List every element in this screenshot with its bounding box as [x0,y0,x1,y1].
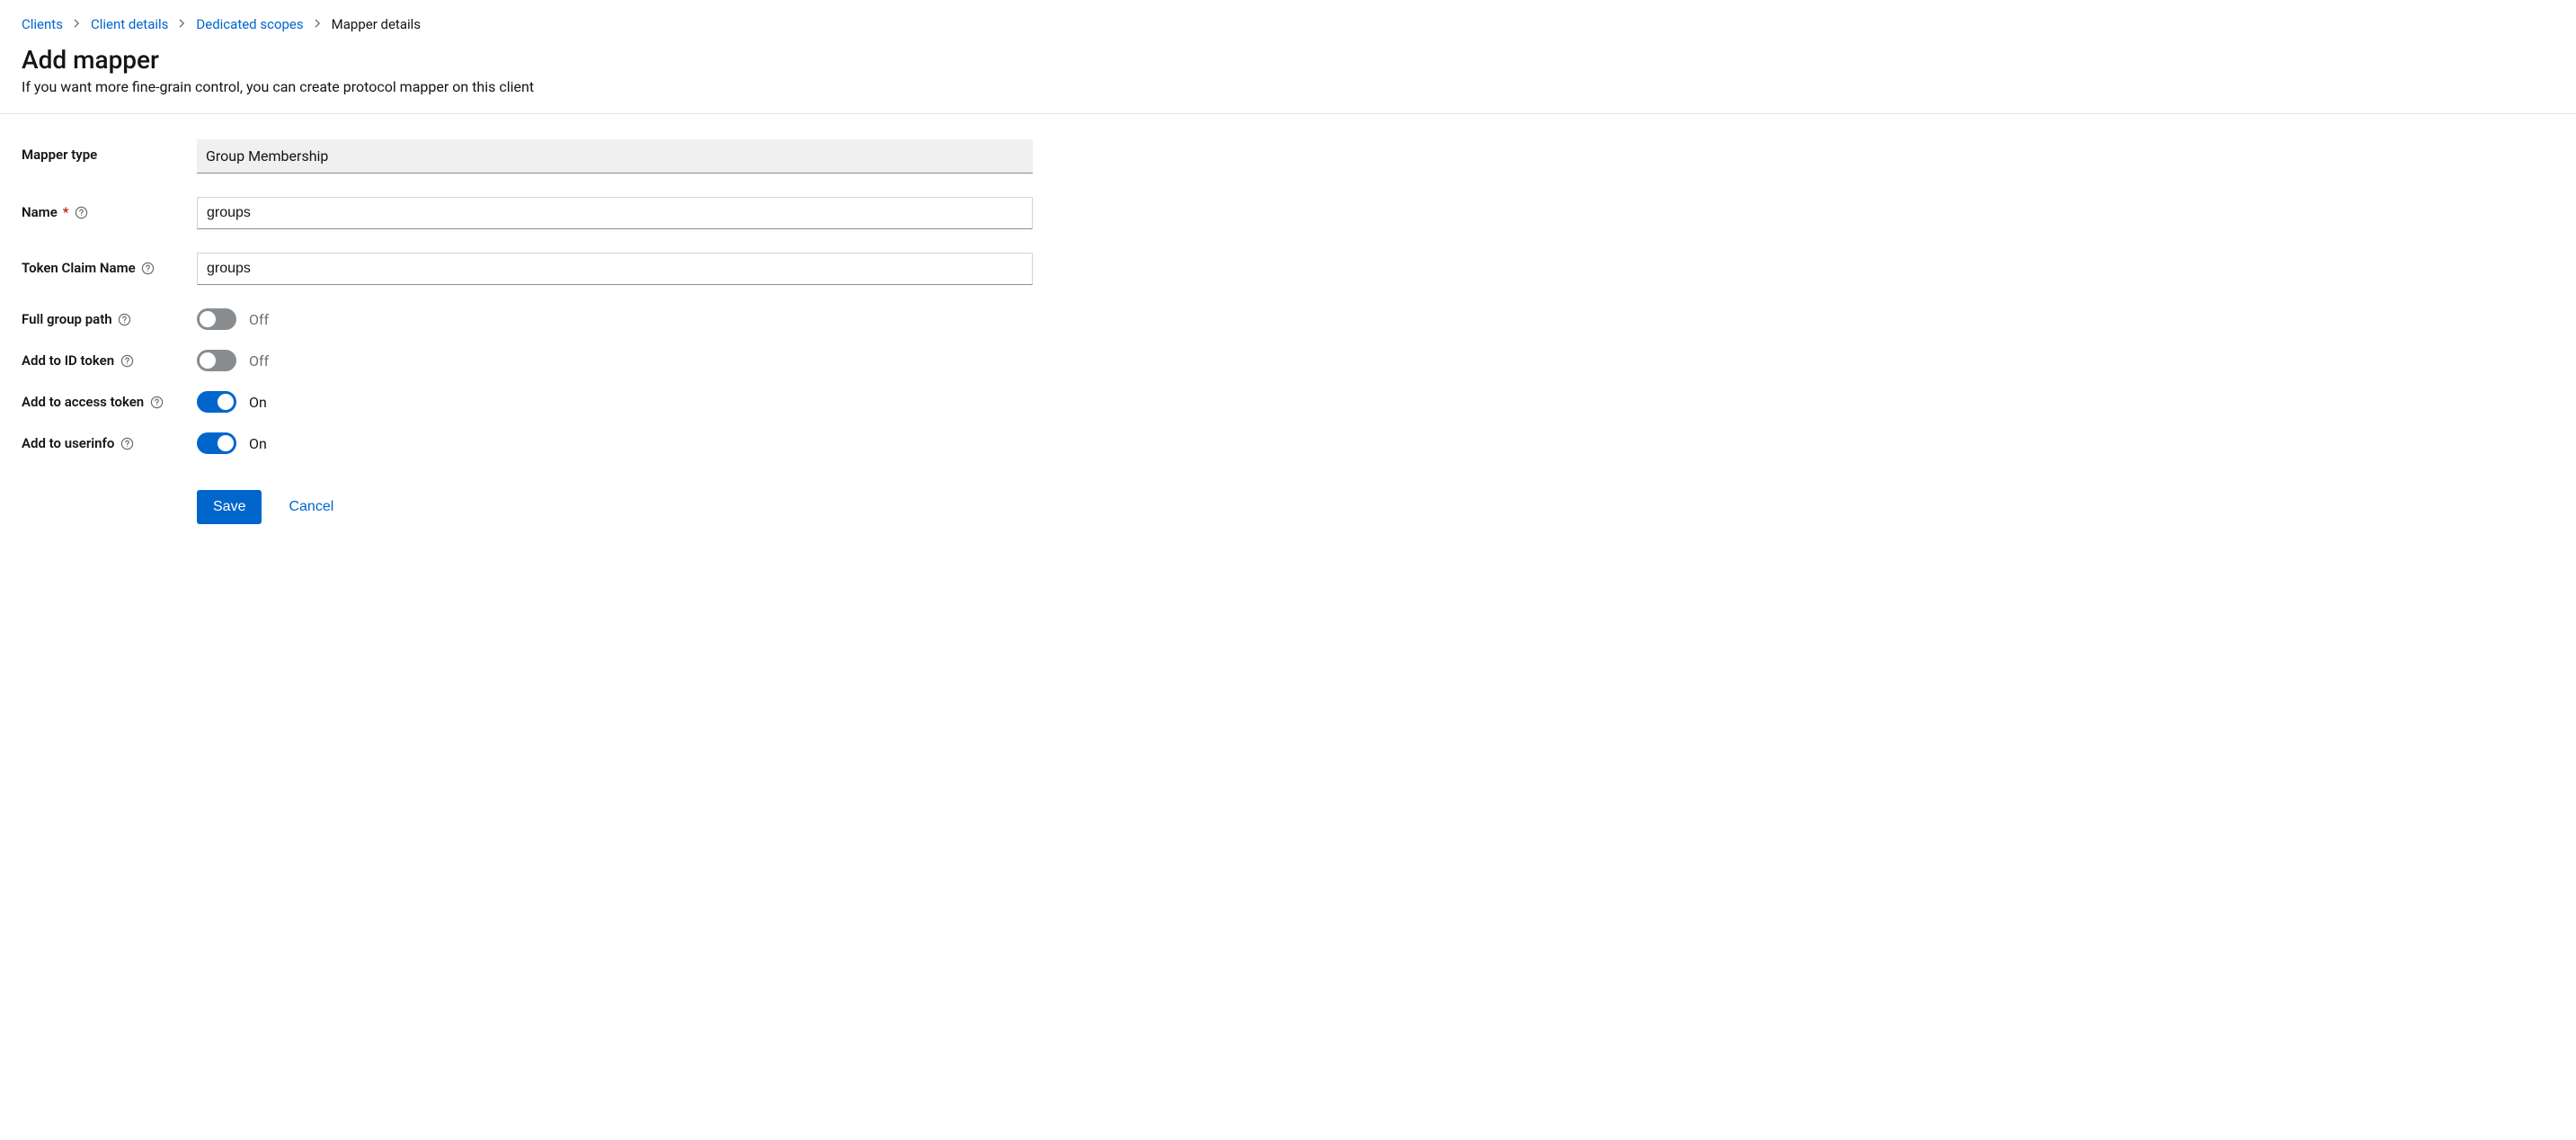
mapper-type-field: Group Membership [197,139,1033,174]
label-full-group-path: Full group path [22,311,197,327]
help-icon[interactable] [149,395,164,409]
toggle-state-text: On [249,435,267,452]
add-to-id-token-toggle[interactable] [197,350,236,371]
full-group-path-toggle[interactable] [197,308,236,330]
label-token-claim-name: Token Claim Name [22,253,197,276]
breadcrumb-link-clients[interactable]: Clients [22,16,63,32]
chevron-right-icon [179,19,185,31]
save-button[interactable]: Save [197,490,262,524]
breadcrumb-link-client-details[interactable]: Client details [91,16,168,32]
label-add-to-userinfo: Add to userinfo [22,435,197,451]
label-add-to-access-token: Add to access token [22,394,197,410]
label-name: Name * [22,197,197,220]
required-indicator: * [63,204,69,220]
breadcrumb-link-dedicated-scopes[interactable]: Dedicated scopes [196,16,303,32]
chevron-right-icon [74,19,80,31]
help-icon[interactable] [118,312,132,326]
help-icon[interactable] [120,353,134,368]
breadcrumb: Clients Client details Dedicated scopes … [22,16,2554,32]
chevron-right-icon [315,19,321,31]
page-description: If you want more fine-grain control, you… [22,78,2554,95]
add-to-userinfo-toggle[interactable] [197,432,236,454]
mapper-form: Mapper type Group Membership Name * Toke… [0,114,2576,549]
add-to-access-token-toggle[interactable] [197,391,236,413]
help-icon[interactable] [75,205,89,219]
help-icon[interactable] [141,261,155,275]
label-mapper-type: Mapper type [22,139,197,163]
name-input[interactable] [197,197,1033,229]
help-icon[interactable] [120,436,134,450]
label-add-to-id-token: Add to ID token [22,352,197,369]
cancel-button[interactable]: Cancel [289,499,333,515]
toggle-state-text: Off [249,311,269,328]
breadcrumb-current: Mapper details [332,16,421,32]
toggle-state-text: Off [249,352,269,370]
page-title: Add mapper [22,45,2554,75]
token-claim-name-input[interactable] [197,253,1033,285]
toggle-state-text: On [249,394,267,411]
